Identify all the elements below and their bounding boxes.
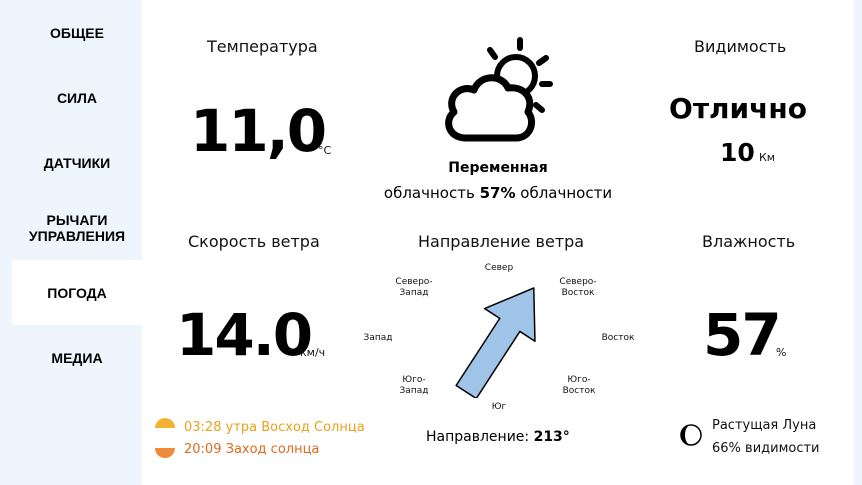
wind-speed-unit: км/ч [300, 346, 326, 359]
compass-east: Восток [601, 333, 635, 343]
humidity-label: Влажность [702, 232, 796, 251]
cloud-cover-suffix: облачности [520, 184, 613, 202]
wind-speed-label: Скорость ветра [188, 232, 320, 251]
visibility-label: Видимость [694, 37, 787, 56]
moon-visibility: 66% видимости [712, 441, 820, 456]
moon-phase-icon [680, 424, 702, 446]
wind-compass: Север Северо- Восток Восток Юго- Восток … [360, 258, 640, 418]
sidebar-item-power[interactable]: СИЛА [12, 65, 142, 130]
visibility-value: Отлично [669, 92, 807, 125]
sidebar-item-general[interactable]: ОБЩЕЕ [12, 0, 142, 65]
compass-north: Север [484, 263, 514, 273]
temperature-label: Температура [207, 37, 318, 56]
partly-cloudy-icon [436, 36, 556, 146]
humidity-value: 57 [703, 301, 782, 369]
wind-direction-arrow [455, 287, 536, 398]
sunset-row: 20:09 Заход солнца [154, 438, 319, 460]
sunrise-icon [155, 418, 175, 428]
sidebar-item-weather[interactable]: ПОГОДА [12, 260, 142, 325]
compass-south: Юг [491, 402, 507, 412]
cloud-cover-value: 57% [479, 184, 516, 202]
temperature-value: 11,0 [190, 97, 327, 165]
wind-direction-readout: Направление: 213° [426, 429, 570, 445]
cloud-cover-prefix: облачность [383, 184, 475, 202]
wind-speed-value: 14.0 [176, 301, 313, 369]
sunrise-time: 03:28 утра Восход Солнца [184, 419, 365, 435]
sunset-time: 20:09 Заход солнца [184, 441, 320, 457]
sidebar: ОБЩЕЕ СИЛА ДАТЧИКИ РЫЧАГИ УПРАВЛЕНИЯ ПОГ… [0, 0, 142, 485]
condition-title: Переменная [448, 160, 548, 176]
right-edge-strip [854, 0, 862, 485]
visibility-unit: Км [759, 151, 776, 164]
moon-phase-label: Растущая Луна [712, 418, 817, 433]
wind-direction-label: Направление ветра [418, 232, 585, 251]
sidebar-item-sensors[interactable]: ДАТЧИКИ [12, 130, 142, 195]
sidebar-item-media[interactable]: МЕДИА [12, 325, 142, 390]
wind-direction-degrees: 213° [533, 429, 570, 445]
compass-west: Запад [363, 333, 393, 343]
humidity-unit: % [776, 346, 787, 359]
sunrise-row: 03:28 утра Восход Солнца [154, 416, 365, 438]
cloud-cover-line: облачность 57% облачности [378, 184, 618, 202]
visibility-distance: 10 [720, 138, 755, 167]
sidebar-item-controls[interactable]: РЫЧАГИ УПРАВЛЕНИЯ [12, 195, 142, 260]
sunset-icon [155, 448, 175, 458]
temperature-unit: °C [318, 144, 332, 157]
